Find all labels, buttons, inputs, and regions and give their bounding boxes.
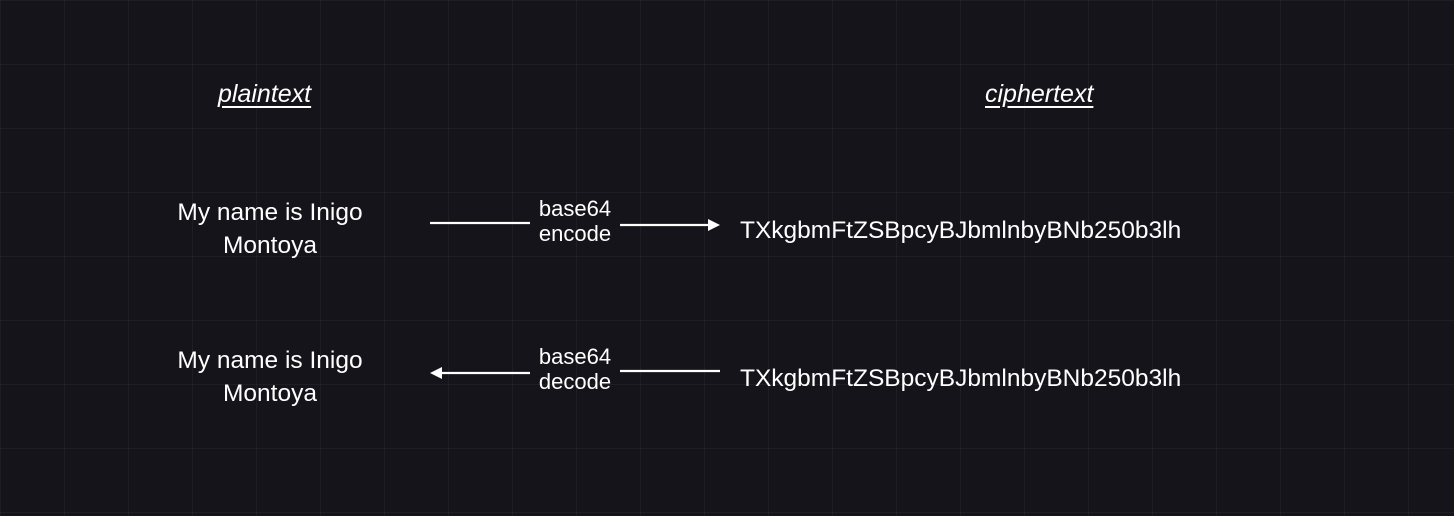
arrow-segment-left-row-1	[430, 219, 530, 227]
arrow-segment-right-row-1	[620, 219, 720, 231]
operation-label-row-1-line-1: base64	[539, 196, 611, 221]
operation-label-row-2-line-2: decode	[539, 369, 611, 394]
arrow-segment-left-row-2	[430, 367, 530, 379]
header-plaintext: plaintext	[218, 80, 311, 109]
diagram-canvas: plaintext ciphertext My name is Inigo Mo…	[0, 0, 1454, 516]
plaintext-row-2: My name is Inigo Montoya	[130, 344, 410, 410]
operation-label-row-1-line-2: encode	[539, 221, 611, 246]
header-ciphertext: ciphertext	[985, 80, 1093, 109]
ciphertext-row-1: TXkgbmFtZSBpcyBJbmlnbyBNb250b3lh	[740, 214, 1360, 247]
operation-label-row-2: base64 decode	[530, 344, 620, 395]
operation-label-row-2-line-1: base64	[539, 344, 611, 369]
operation-label-row-1: base64 encode	[530, 196, 620, 247]
plaintext-row-1: My name is Inigo Montoya	[130, 196, 410, 262]
ciphertext-row-2: TXkgbmFtZSBpcyBJbmlnbyBNb250b3lh	[740, 362, 1360, 395]
arrow-segment-right-row-2	[620, 367, 720, 375]
